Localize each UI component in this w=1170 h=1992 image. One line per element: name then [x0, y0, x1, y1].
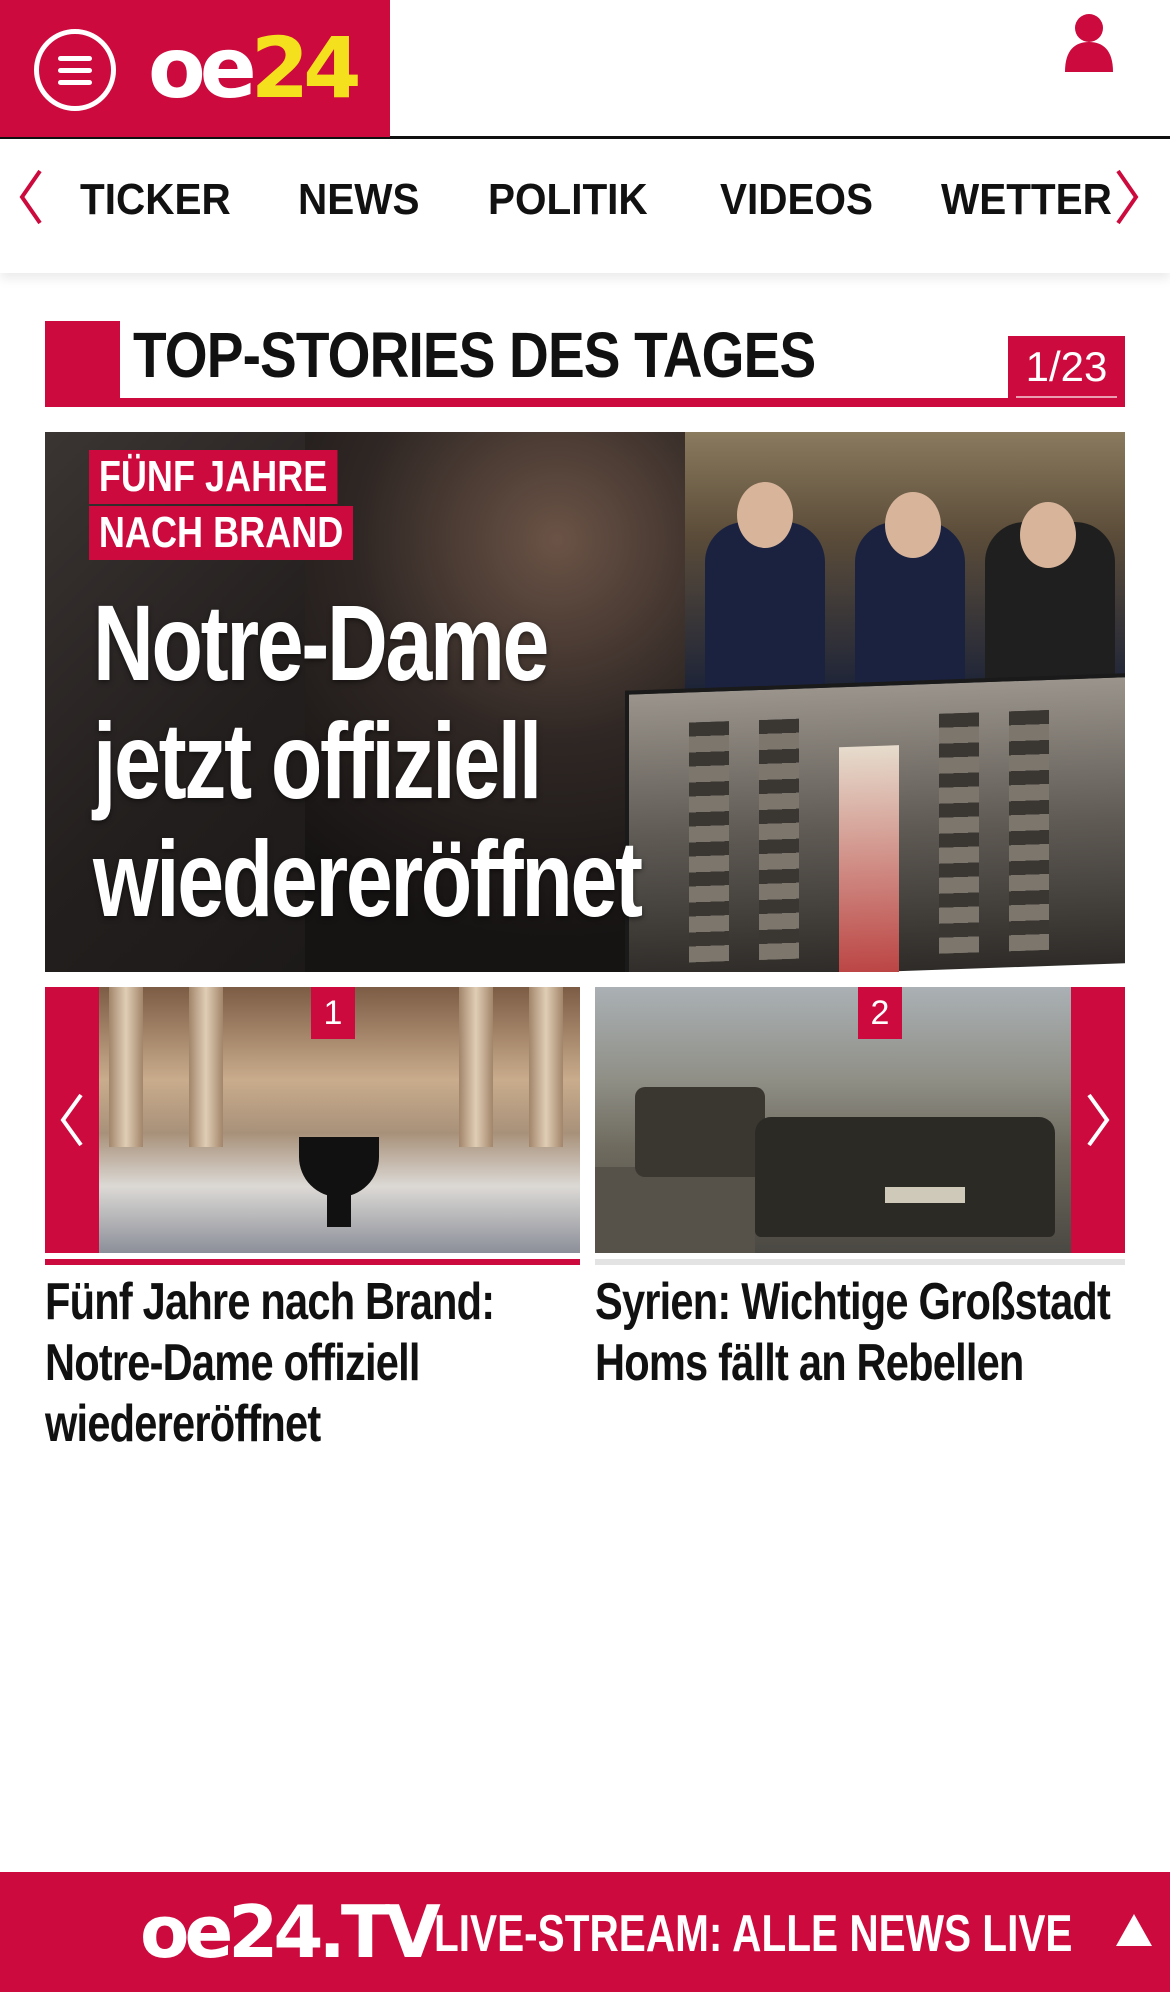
- carousel-next-button[interactable]: [1071, 987, 1125, 1253]
- site-logo[interactable]: oe24: [148, 19, 362, 117]
- hero-kicker-line1: FÜNF JAHRE: [89, 450, 338, 504]
- logo-block: oe24: [0, 0, 390, 137]
- card-1-title[interactable]: Fünf Jahre nach Brand: Notre-Dame offizi…: [45, 1272, 573, 1455]
- nav-item-wetter[interactable]: WETTER: [941, 175, 1112, 225]
- card-2-title[interactable]: Syrien: Wichtige Großstadt Homs fällt an…: [595, 1272, 1123, 1394]
- carousel-card-2[interactable]: 2: [595, 987, 1125, 1253]
- arrow-up-icon[interactable]: [1116, 1914, 1152, 1946]
- carousel-card-1[interactable]: 1: [45, 987, 580, 1253]
- site-header: oe24: [0, 0, 1170, 139]
- card-1-number: 1: [311, 987, 355, 1039]
- hero-kicker-line2: NACH BRAND: [89, 506, 354, 560]
- user-icon[interactable]: [1063, 12, 1115, 72]
- hero-headline-line2: jetzt offiziell: [93, 700, 542, 821]
- hero-image-cathedral: [625, 673, 1125, 972]
- nav-item-ticker[interactable]: TICKER: [80, 175, 231, 225]
- chevron-left-icon: [60, 1093, 83, 1147]
- chevron-left-icon[interactable]: [16, 167, 46, 227]
- card-2-rule: [595, 1259, 1125, 1265]
- live-stream-text: LIVE-STREAM: ALLE NEWS LIVE: [434, 1905, 1073, 1963]
- card-2-image: [595, 987, 1071, 1253]
- nav-item-news[interactable]: NEWS: [298, 175, 419, 225]
- section-accent: [45, 321, 120, 407]
- card-2-number: 2: [858, 987, 902, 1039]
- nav-item-videos[interactable]: VIDEOS: [720, 175, 873, 225]
- logo-24: 24: [250, 19, 362, 117]
- logo-oe: oe: [148, 19, 257, 117]
- card-1-active-rule: [45, 1259, 580, 1265]
- hero-image-leaders: [685, 432, 1125, 692]
- live-stream-bar[interactable]: oe24.TV LIVE-STREAM: ALLE NEWS LIVE: [0, 1872, 1170, 1992]
- hero-headline-line3: wiedereröffnet: [93, 818, 643, 939]
- carousel-prev-button[interactable]: [45, 987, 99, 1253]
- tv-logo: oe24.TV: [140, 1890, 441, 1974]
- chevron-right-icon[interactable]: [1112, 167, 1142, 227]
- story-counter: 1/23: [1008, 336, 1125, 398]
- nav-item-politik[interactable]: POLITIK: [488, 175, 648, 225]
- hero-story[interactable]: FÜNF JAHRE NACH BRAND Notre-Dame jetzt o…: [45, 432, 1125, 972]
- section-underline: [45, 398, 1125, 407]
- section-title: TOP-STORIES DES TAGES: [133, 319, 816, 391]
- chevron-right-icon: [1087, 1093, 1110, 1147]
- hero-headline: Notre-Dame jetzt offiziell wiedereröffne…: [93, 582, 643, 939]
- menu-icon[interactable]: [34, 29, 116, 111]
- category-nav: TICKER NEWS POLITIK VIDEOS WETTER: [0, 139, 1170, 273]
- hero-headline-line1: Notre-Dame: [93, 582, 549, 703]
